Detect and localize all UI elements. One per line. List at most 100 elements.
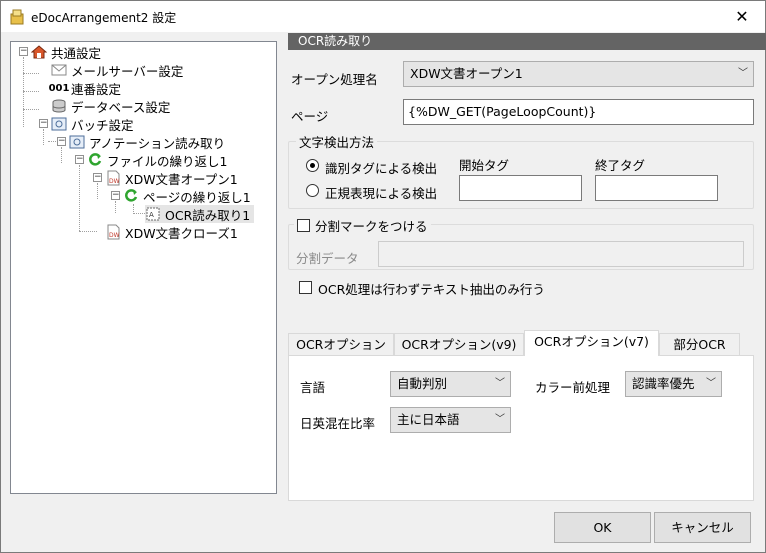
- panel-header: OCR読み取り: [288, 33, 766, 50]
- open-process-select[interactable]: XDW文書オープン1 ﹀: [403, 61, 754, 87]
- ocr-icon: A: [145, 206, 161, 222]
- language-label: 言語: [300, 380, 326, 395]
- annotation-icon: [69, 134, 85, 150]
- database-icon: [51, 98, 67, 114]
- radio-regex-detect[interactable]: [306, 184, 319, 197]
- svg-text:DW: DW: [109, 232, 120, 239]
- split-mark-title: 分割マークをつける: [294, 216, 431, 235]
- house-icon: [31, 44, 47, 60]
- page-input[interactable]: {%DW_GET(PageLoopCount)}: [403, 99, 754, 125]
- ocr-option-tabs: 言語 自動判別 ﹀ カラー前処理 認識率優先 ﹀ 日英混在比率 主に日本語 ﹀ …: [288, 330, 754, 501]
- loop-icon: [123, 188, 139, 204]
- tree-item-page-loop[interactable]: ページの繰り返し1: [123, 187, 251, 205]
- collapse-toggle[interactable]: −: [19, 47, 28, 56]
- radio-tag-detect[interactable]: [306, 159, 319, 172]
- detect-method-title: 文字検出方法: [296, 132, 378, 151]
- settings-tree[interactable]: − − − − − − 共通設定 メールサーバー設定 001 連番設定 データベ: [10, 41, 277, 494]
- ok-button[interactable]: OK: [554, 512, 651, 543]
- radio-regex-label: 正規表現による検出: [325, 186, 438, 201]
- batch-icon: [51, 116, 67, 132]
- xdw-document-icon: DW: [105, 170, 121, 186]
- tree-connector: [79, 165, 80, 231]
- jp-en-ratio-select[interactable]: 主に日本語 ﹀: [390, 407, 511, 433]
- tree-connector: [23, 73, 39, 74]
- xdw-document-icon: DW: [105, 224, 121, 240]
- loop-icon: [87, 152, 103, 168]
- radio-tag-label: 識別タグによる検出: [325, 161, 438, 176]
- tab-partial-ocr[interactable]: 部分OCR: [659, 333, 740, 355]
- end-tag-label: 終了タグ: [595, 158, 646, 173]
- tree-connector: [133, 213, 145, 214]
- text-only-label: OCR処理は行わずテキスト抽出のみ行う: [318, 282, 545, 297]
- close-button[interactable]: ✕: [719, 1, 765, 32]
- tree-item-label: 共通設定: [51, 45, 102, 61]
- collapse-toggle[interactable]: −: [111, 191, 120, 200]
- tree-connector: [23, 57, 24, 127]
- svg-text:A: A: [149, 211, 154, 219]
- tree-item-label: XDW文書オープン1: [125, 171, 238, 187]
- close-icon: ✕: [735, 7, 749, 26]
- end-tag-input[interactable]: [595, 175, 718, 201]
- split-mark-label: 分割マークをつける: [315, 219, 428, 234]
- collapse-toggle[interactable]: −: [75, 155, 84, 164]
- tab-ocr-option-v7[interactable]: OCRオプション(v7): [524, 330, 659, 356]
- page-label: ページ: [291, 109, 329, 124]
- chevron-down-icon: ﹀: [738, 68, 748, 79]
- serial-number-icon: 001: [48, 82, 70, 94]
- tab-ocr-option-v9[interactable]: OCRオプション(v9): [394, 333, 524, 355]
- collapse-toggle[interactable]: −: [57, 137, 66, 146]
- tree-item-batch[interactable]: バッチ設定: [51, 115, 134, 133]
- tree-connector: [43, 129, 44, 145]
- split-data-input[interactable]: [378, 241, 744, 267]
- tree-item-xdw-open[interactable]: DW XDW文書オープン1: [105, 169, 238, 187]
- jp-en-ratio-label: 日英混在比率: [300, 416, 376, 431]
- collapse-toggle[interactable]: −: [93, 173, 102, 182]
- tree-connector: [79, 231, 97, 232]
- tree-item-serial-number[interactable]: 001 連番設定: [48, 79, 122, 97]
- settings-dialog: eDocArrangement2 設定 ✕ − − − − − − 共通設定 メ…: [0, 0, 766, 553]
- tree-item-label: アノテーション読み取り: [89, 135, 226, 151]
- title-bar: eDocArrangement2 設定 ✕: [1, 1, 765, 32]
- app-icon: [10, 9, 24, 25]
- collapse-toggle[interactable]: −: [39, 119, 48, 128]
- cancel-button[interactable]: キャンセル: [654, 512, 751, 543]
- tree-item-label: データベース設定: [71, 99, 171, 115]
- open-process-value: XDW文書オープン1: [410, 66, 523, 81]
- tree-item-annotation-read[interactable]: アノテーション読み取り: [69, 133, 225, 151]
- tree-item-label: バッチ設定: [71, 117, 134, 133]
- jp-en-ratio-value: 主に日本語: [397, 412, 460, 427]
- chevron-down-icon: ﹀: [706, 378, 716, 389]
- tree-item-ocr-read[interactable]: A OCR読み取り1: [145, 205, 255, 223]
- tree-item-database[interactable]: データベース設定: [51, 97, 170, 115]
- tree-connector: [97, 183, 98, 199]
- color-preprocess-select[interactable]: 認識率優先 ﹀: [625, 371, 722, 397]
- split-mark-checkbox[interactable]: [297, 219, 310, 232]
- text-only-checkbox[interactable]: [299, 281, 312, 294]
- window-title: eDocArrangement2 設定: [31, 11, 177, 25]
- color-preprocess-label: カラー前処理: [535, 380, 611, 395]
- tree-item-xdw-close[interactable]: DW XDW文書クローズ1: [105, 223, 238, 241]
- start-tag-label: 開始タグ: [459, 158, 510, 173]
- svg-text:DW: DW: [109, 178, 120, 185]
- language-value: 自動判別: [397, 376, 448, 391]
- tree-connector: [48, 141, 56, 142]
- language-select[interactable]: 自動判別 ﹀: [390, 371, 511, 397]
- chevron-down-icon: ﹀: [495, 378, 505, 389]
- start-tag-input[interactable]: [459, 175, 582, 201]
- tree-item-label: メールサーバー設定: [71, 63, 184, 79]
- mail-icon: [51, 62, 67, 78]
- tree-item-label: ファイルの繰り返し1: [107, 153, 228, 169]
- tab-panel-ocr-v7: 言語 自動判別 ﹀ カラー前処理 認識率優先 ﹀ 日英混在比率 主に日本語 ﹀: [288, 355, 754, 501]
- tree-connector: [23, 109, 39, 110]
- tree-item-file-loop[interactable]: ファイルの繰り返し1: [87, 151, 227, 169]
- tree-item-label: 連番設定: [71, 81, 122, 97]
- tree-item-label: ページの繰り返し1: [143, 189, 251, 205]
- tree-item-mail-server[interactable]: メールサーバー設定: [51, 61, 183, 79]
- tab-ocr-option[interactable]: OCRオプション: [288, 333, 394, 355]
- tree-item-label: OCR読み取り1: [165, 207, 251, 223]
- tree-connector: [23, 91, 39, 92]
- ocr-settings-panel: OCR読み取り オープン処理名 XDW文書オープン1 ﹀ ページ {%DW_GE…: [288, 33, 766, 501]
- tree-item-common-settings[interactable]: 共通設定: [31, 43, 101, 61]
- tree-connector: [115, 201, 116, 213]
- split-data-label: 分割データ: [296, 251, 359, 266]
